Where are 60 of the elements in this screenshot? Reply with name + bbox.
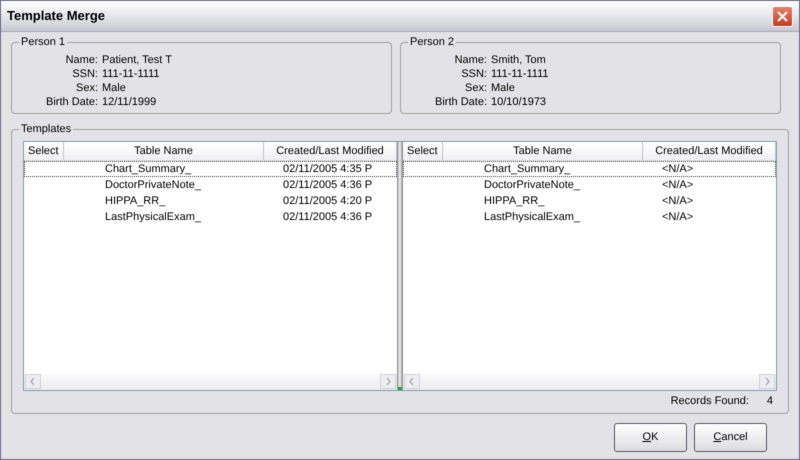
table-row[interactable]: Chart_Summary_ <N/A> [403, 161, 776, 177]
table-row[interactable]: Chart_Summary_ 02/11/2005 4:35 P [24, 161, 397, 177]
group-title: Templates [19, 122, 74, 136]
table-cell: LastPhysicalExam_ [484, 211, 580, 223]
field-value: Male [102, 81, 127, 95]
scroll-right-icon[interactable] [380, 374, 396, 389]
column-header[interactable]: Table Name [443, 142, 643, 160]
field-value: 111-11-1111 [102, 67, 160, 81]
table-cell: <N/A> [662, 195, 694, 207]
field-label: Birth Date: [434, 95, 488, 109]
table-cell: <N/A> [662, 211, 694, 223]
field-label: Name: [454, 53, 488, 67]
table-row[interactable]: DoctorPrivateNote_ <N/A> [403, 177, 776, 193]
dialog-button[interactable]: Cancel [694, 423, 767, 452]
field-value: Male [491, 81, 516, 95]
table-cell: LastPhysicalExam_ [105, 211, 201, 223]
field-value: Smith, Tom [491, 53, 547, 67]
records-found-count: 4 [766, 394, 773, 408]
column-header[interactable]: Created/Last Modified [643, 142, 776, 160]
scroll-left-icon[interactable] [404, 374, 420, 389]
table-row[interactable]: HIPPA_RR_ <N/A> [403, 193, 776, 209]
field-label: SSN: [71, 67, 99, 81]
table-cell: 02/11/2005 4:36 P [283, 179, 372, 191]
horizontal-scrollbar[interactable] [24, 374, 397, 390]
close-icon [777, 10, 788, 22]
field-value: Patient, Test T [102, 53, 173, 67]
field-label: Birth Date: [45, 95, 99, 109]
splitter[interactable] [397, 142, 403, 390]
table-cell: Chart_Summary_ [105, 163, 192, 175]
field-label: Sex: [464, 81, 488, 95]
table-cell: HIPPA_RR_ [484, 195, 544, 207]
records-found-label: Records Found: [670, 394, 749, 408]
column-header[interactable]: Table Name [64, 142, 264, 160]
table-row[interactable]: LastPhysicalExam_ <N/A> [403, 209, 776, 225]
column-header[interactable]: Select [403, 142, 443, 160]
window-title: Template Merge [7, 7, 106, 26]
table-cell: DoctorPrivateNote_ [484, 179, 580, 191]
field-value: 12/11/1999 [102, 95, 158, 109]
table-row[interactable]: LastPhysicalExam_ 02/11/2005 4:36 P [24, 209, 397, 225]
table-cell: HIPPA_RR_ [105, 195, 166, 207]
field-label: Sex: [74, 81, 99, 95]
table-row[interactable]: HIPPA_RR_ 02/11/2005 4:20 P [24, 193, 397, 209]
table-cell: 02/11/2005 4:36 P [283, 211, 372, 223]
scroll-right-icon[interactable] [759, 374, 775, 389]
table-cell: Chart_Summary_ [484, 163, 570, 175]
field-value: 10/10/1973 [491, 95, 548, 109]
horizontal-scrollbar[interactable] [403, 374, 776, 390]
field-label: Name: [64, 53, 99, 67]
table-cell: 02/11/2005 4:35 P [283, 163, 372, 175]
scroll-left-icon[interactable] [25, 374, 41, 389]
table-cell: <N/A> [662, 163, 694, 175]
table-cell: DoctorPrivateNote_ [105, 179, 201, 191]
table-row[interactable]: DoctorPrivateNote_ 02/11/2005 4:36 P [24, 177, 397, 193]
table-cell: <N/A> [662, 179, 694, 191]
column-header[interactable]: Select [24, 142, 64, 160]
field-value: 111-11-1111 [491, 67, 550, 81]
table-cell: 02/11/2005 4:20 P [283, 195, 372, 207]
close-button[interactable] [772, 6, 793, 26]
dialog-button[interactable]: OK [614, 423, 687, 452]
field-label: SSN: [460, 67, 488, 81]
